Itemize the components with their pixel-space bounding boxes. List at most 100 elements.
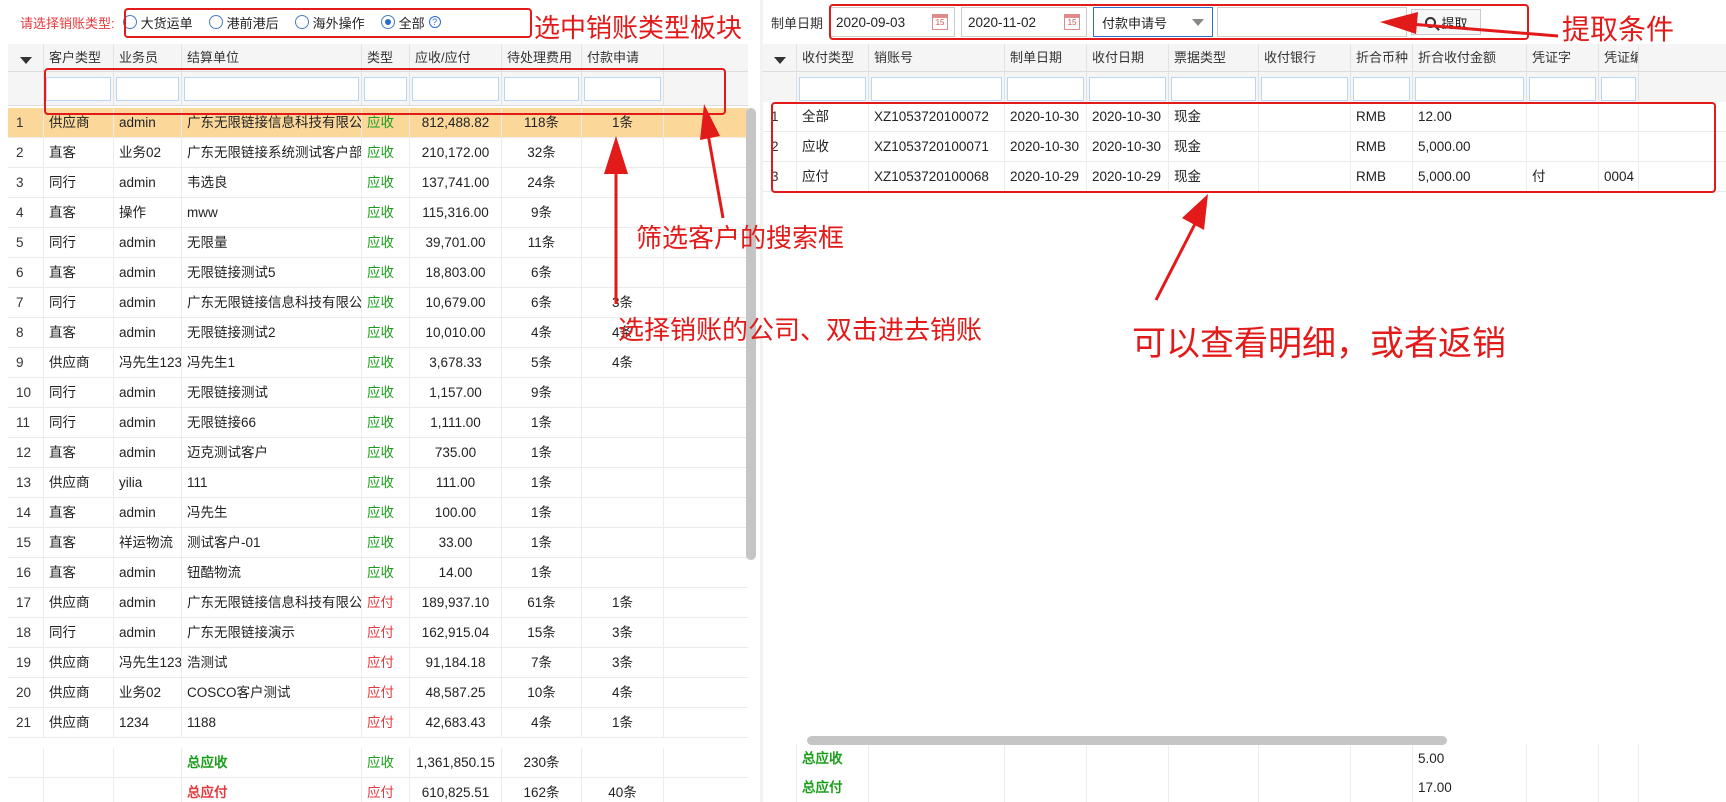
right-table-header: 收付类型销账号制单日期收付日期票据类型收付银行折合币种折合收付金额凭证字凭证编 [763,44,1726,72]
row-number-cell: 1 [8,108,44,137]
row-number-cell: 10 [8,378,44,407]
type-cell: 应收 [362,378,410,407]
pending-fees-cell: 6条 [502,288,582,317]
pending-fees-cell: 11条 [502,228,582,257]
total-pending-cell: 230条 [502,748,582,777]
column-header[interactable]: 收付日期 [1087,44,1169,71]
pending-fees-cell: 1条 [502,438,582,467]
column-filter-input[interactable] [1171,77,1256,101]
row-number-cell: 9 [8,348,44,377]
settlement-unit-cell: 无限量 [182,228,362,257]
table-row[interactable]: 16 直客 admin 钮酷物流 应收 14.00 1条 [8,558,748,588]
table-row[interactable]: 3 同行 admin 韦选良 应收 137,741.00 24条 [8,168,748,198]
column-filter-input[interactable] [1261,77,1348,101]
table-row[interactable]: 10 同行 admin 无限链接测试 应收 1,157.00 9条 [8,378,748,408]
pending-fees-cell: 1条 [502,408,582,437]
column-header[interactable]: 客户类型 [44,44,114,71]
settlement-unit-cell: 广东无限链接信息科技有限公司 [182,588,362,617]
type-cell: 应收 [362,318,410,347]
amount-cell: 10,679.00 [410,288,502,317]
customer-type-cell: 供应商 [44,588,114,617]
row-number-cell: 5 [8,228,44,257]
total-amount-cell: 1,361,850.15 [410,748,502,777]
amount-cell: 48,587.25 [410,678,502,707]
salesperson-cell: admin [114,498,182,527]
filter-icon[interactable] [773,57,786,64]
arrow-filter-box [700,104,725,219]
settlement-unit-cell: mww [182,198,362,227]
amount-cell: 735.00 [410,438,502,467]
table-row[interactable]: 15 直客 祥运物流 测试客户-01 应收 33.00 1条 [8,528,748,558]
payment-request-cell: 3条 [582,618,664,647]
totals-row: 总应付 17.00 [763,773,1726,802]
salesperson-cell: admin [114,618,182,647]
amount-cell: 42,683.43 [410,708,502,737]
column-header[interactable]: 凭证字 [1527,44,1599,71]
column-filter-input[interactable] [799,77,866,101]
column-filter-input[interactable] [1529,77,1596,101]
table-row[interactable]: 11 同行 admin 无限链接66 应收 1,111.00 1条 [8,408,748,438]
filter-spacer [8,72,44,105]
column-filter-cell [1351,72,1413,105]
type-cell: 应收 [362,498,410,527]
column-filter-input[interactable] [1601,77,1636,101]
type-cell: 应收 [362,168,410,197]
column-header[interactable]: 付款申请 [582,44,664,71]
spacer-cell [1259,744,1351,773]
column-filter-input[interactable] [1007,77,1084,101]
table-row[interactable]: 21 供应商 1234 1188 应付 42,683.43 4条 1条 [8,708,748,738]
column-header[interactable]: 凭证编 [1599,44,1639,71]
table-row[interactable]: 2 直客 业务02 广东无限链接系统测试客户部 应收 210,172.00 32条 [8,138,748,168]
column-header[interactable]: 收付银行 [1259,44,1351,71]
right-horizontal-scrollbar[interactable] [807,736,1447,745]
column-header[interactable]: 类型 [362,44,410,71]
filter-spacer [763,72,797,105]
spacer-cell [1351,744,1413,773]
column-filter-input[interactable] [1089,77,1166,101]
column-header[interactable]: 制单日期 [1005,44,1087,71]
total-apply-cell: 40条 [582,778,664,802]
table-row[interactable]: 6 直客 admin 无限链接测试5 应收 18,803.00 6条 [8,258,748,288]
row-number-cell: 3 [8,168,44,197]
column-filter-cell [1527,72,1599,105]
customer-type-cell: 直客 [44,528,114,557]
customer-type-cell: 供应商 [44,678,114,707]
column-header[interactable]: 待处理费用 [502,44,582,71]
column-header[interactable]: 收付类型 [797,44,869,71]
table-row[interactable]: 18 同行 admin 广东无限链接演示 应付 162,915.04 15条 3条 [8,618,748,648]
table-row[interactable]: 9 供应商 冯先生123 冯先生1 应收 3,678.33 5条 4条 [8,348,748,378]
table-row[interactable]: 14 直客 admin 冯先生 应收 100.00 1条 [8,498,748,528]
settlement-unit-cell: 广东无限链接演示 [182,618,362,647]
salesperson-cell: admin [114,318,182,347]
table-row[interactable]: 17 供应商 admin 广东无限链接信息科技有限公司 应付 189,937.10 61条 1… [8,588,748,618]
table-row[interactable]: 13 供应商 yilia 111 应收 111.00 1条 [8,468,748,498]
pending-fees-cell: 1条 [502,528,582,557]
table-row[interactable]: 20 供应商 业务02 COSCO客户测试 应付 48,587.25 10条 4条 [8,678,748,708]
column-header[interactable]: 折合币种 [1351,44,1413,71]
amount-cell: 162,915.04 [410,618,502,647]
settlement-unit-cell: 广东无限链接系统测试客户部 [182,138,362,167]
column-header[interactable]: 结算单位 [182,44,362,71]
spacer-cell [1087,744,1169,773]
salesperson-cell: admin [114,408,182,437]
column-header[interactable]: 票据类型 [1169,44,1259,71]
column-header[interactable]: 销账号 [869,44,1005,71]
column-filter-input[interactable] [1353,77,1410,101]
customer-type-cell: 直客 [44,438,114,467]
row-number-cell: 6 [8,258,44,287]
column-header[interactable]: 折合收付金额 [1413,44,1527,71]
column-filter-input[interactable] [1415,77,1524,101]
pending-fees-cell: 9条 [502,378,582,407]
table-row[interactable]: 19 供应商 冯先生123 浩测试 应付 91,184.18 7条 3条 [8,648,748,678]
pending-fees-cell: 5条 [502,348,582,377]
type-cell: 应付 [362,618,410,647]
filter-icon[interactable] [19,57,32,64]
column-filter-cell [1413,72,1527,105]
amount-cell: 18,803.00 [410,258,502,287]
table-row[interactable]: 12 直客 admin 迈克测试客户 应收 735.00 1条 [8,438,748,468]
column-header[interactable]: 应收/应付 [410,44,502,71]
payment-request-cell [582,438,664,467]
column-filter-input[interactable] [871,77,1002,101]
column-header[interactable]: 业务员 [114,44,182,71]
amount-cell: 1,157.00 [410,378,502,407]
